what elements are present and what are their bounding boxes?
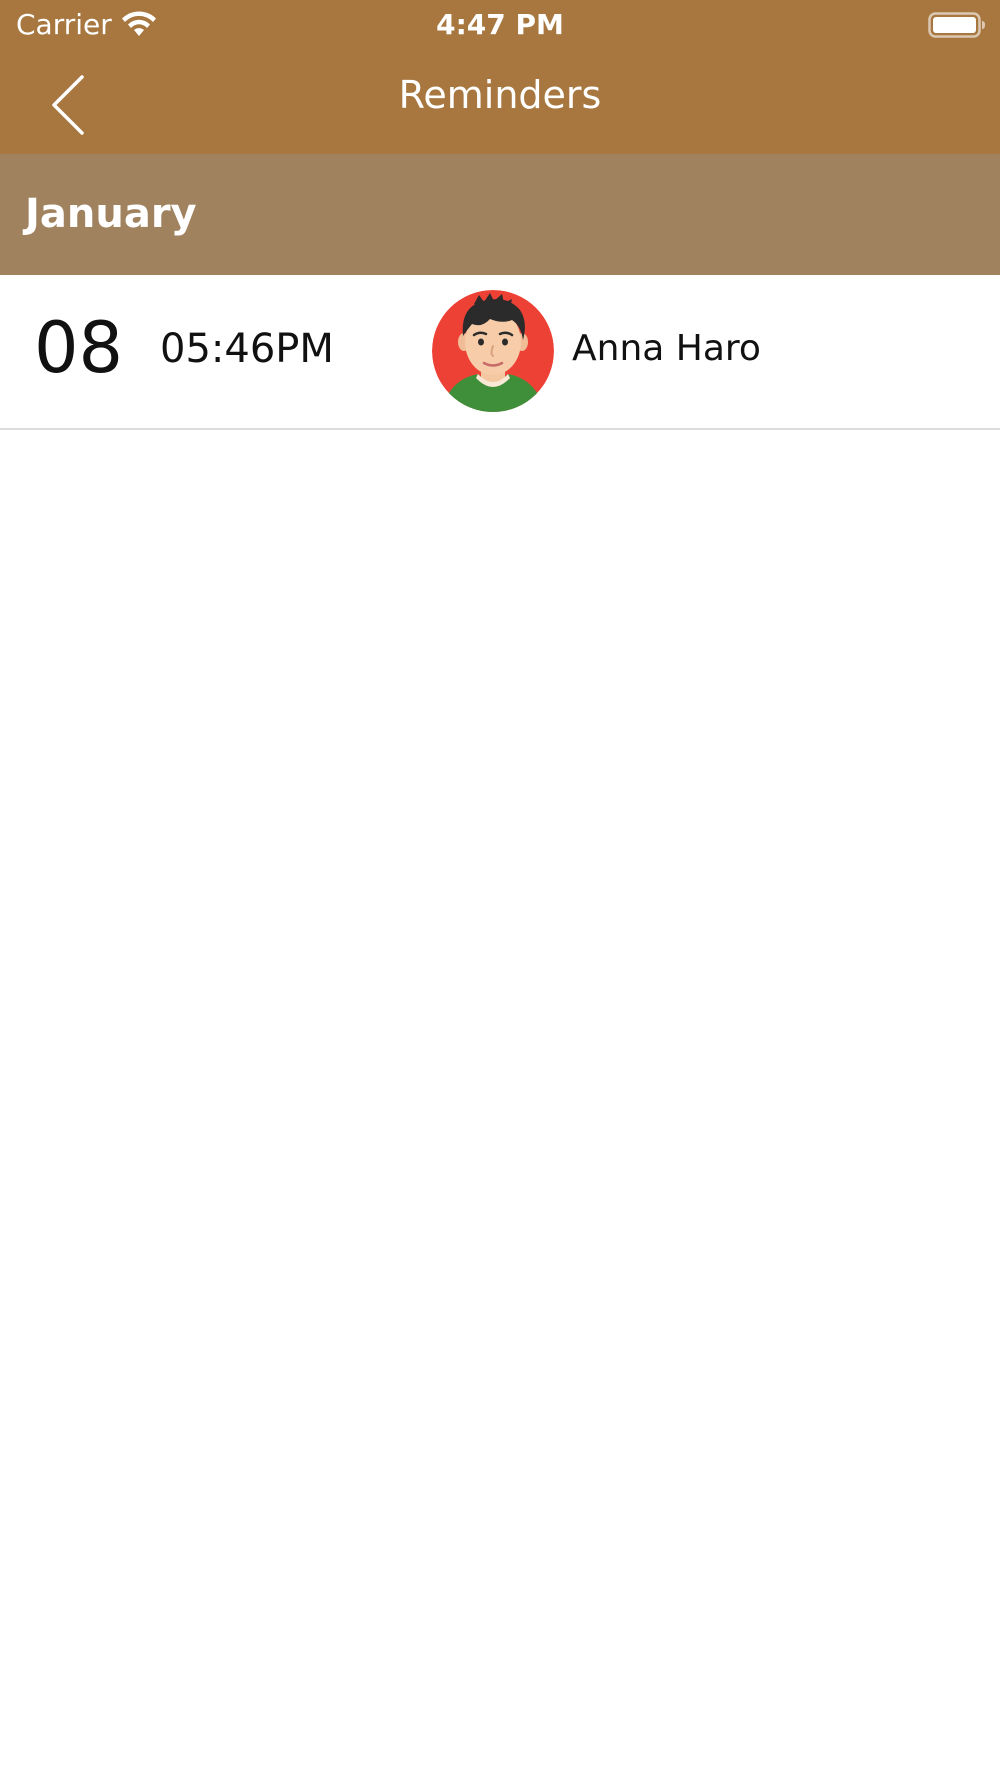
month-title: January	[25, 191, 197, 237]
month-section-header: January	[0, 154, 1000, 275]
reminder-day: 08	[34, 307, 124, 389]
avatar	[432, 290, 554, 412]
reminder-time: 05:46PM	[160, 326, 334, 372]
reminder-row[interactable]: 08 05:46PM Anna Haro	[0, 275, 1000, 430]
status-time: 4:47 PM	[436, 8, 564, 41]
navigation-bar: Reminders	[0, 50, 1000, 154]
page-title: Reminders	[398, 73, 602, 117]
reminders-screen: Carrier 4:47 PM Reminders January 08 05:…	[0, 0, 1000, 1778]
person-avatar-icon	[432, 290, 554, 412]
top-bar: Carrier 4:47 PM Reminders	[0, 0, 1000, 154]
contact-name: Anna Haro	[572, 328, 761, 369]
status-bar: Carrier 4:47 PM	[0, 0, 1000, 50]
battery-icon	[928, 12, 985, 38]
